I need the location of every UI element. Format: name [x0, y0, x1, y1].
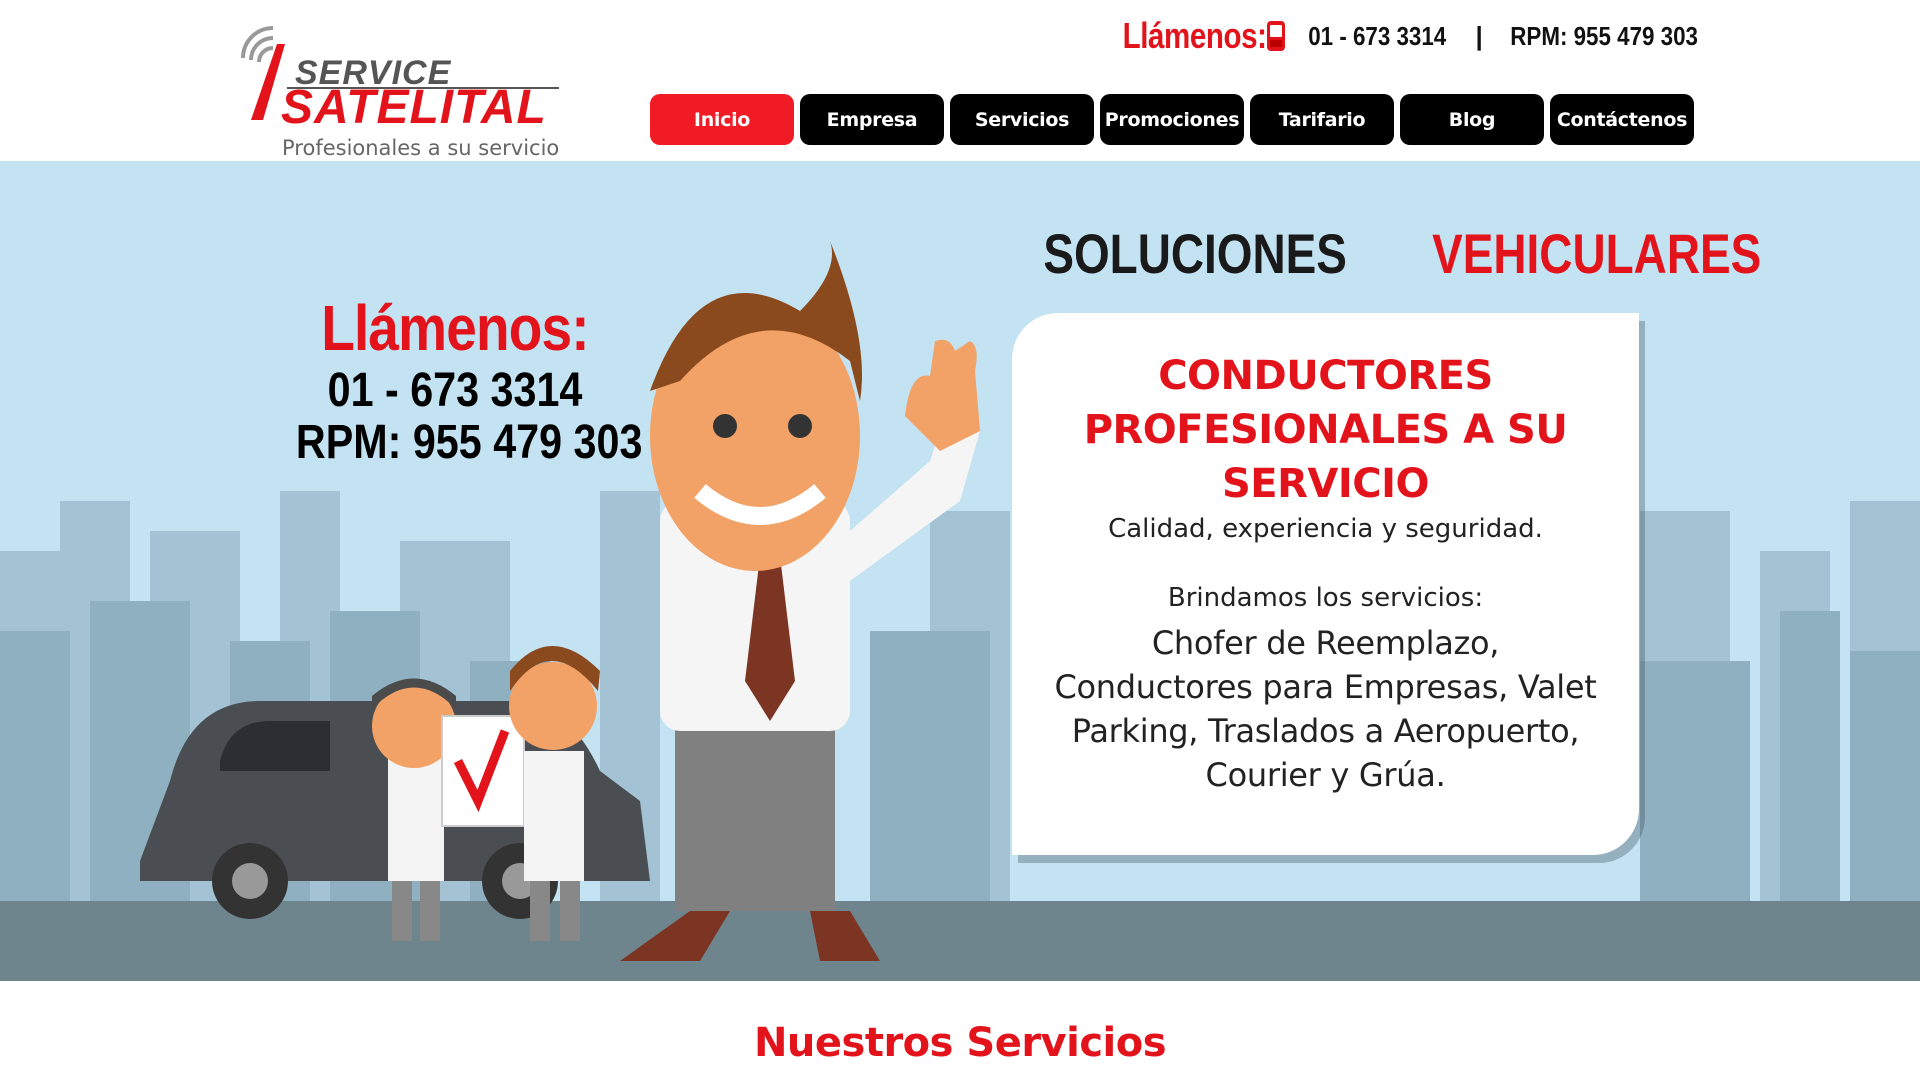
- nav-item-blog[interactable]: Blog: [1400, 94, 1544, 145]
- top-call-label: Llámenos:: [1123, 15, 1267, 56]
- logo-wordmark-satelital: SATELITAL: [281, 81, 547, 134]
- hero-heading-dark: SOLUCIONES: [1043, 222, 1347, 285]
- top-rpm-number[interactable]: RPM: 955 479 303: [1510, 21, 1698, 52]
- hero-call-title: Llámenos:: [321, 292, 589, 364]
- card-services: Chofer de Reemplazo, Conductores para Em…: [1054, 624, 1597, 794]
- nav-item-promociones[interactable]: Promociones: [1100, 94, 1244, 145]
- hero-info-card: CONDUCTORES PROFESIONALES A SU SERVICIO …: [1012, 313, 1639, 855]
- hero-heading-red: VEHICULARES: [1431, 222, 1762, 285]
- logo[interactable]: SERVICE SATELITAL Profesionales a su ser…: [235, 14, 575, 160]
- main-nav: Inicio Empresa Servicios Promociones Tar…: [650, 94, 1694, 145]
- nav-item-servicios[interactable]: Servicios: [950, 94, 1094, 145]
- nav-item-contactenos[interactable]: Contáctenos: [1550, 94, 1694, 145]
- top-phone-number[interactable]: 01 - 673 3314: [1308, 21, 1446, 52]
- card-subtitle: Calidad, experiencia y seguridad.: [1108, 514, 1543, 544]
- hero-heading: SOLUCIONES VEHICULARES: [1010, 221, 1761, 286]
- section-title: Nuestros Servicios: [753, 1020, 1167, 1066]
- hero-call-phone[interactable]: 01 - 673 3314: [296, 365, 614, 417]
- nav-item-tarifario[interactable]: Tarifario: [1250, 94, 1394, 145]
- hero-call-box: Llámenos: 01 - 673 3314 RPM: 955 479 303: [270, 291, 643, 469]
- top-separator: |: [1475, 20, 1483, 51]
- card-title: CONDUCTORES PROFESIONALES A SU SERVICIO: [1083, 353, 1568, 507]
- hero-banner: Llámenos: 01 - 673 3314 RPM: 955 479 303…: [0, 161, 1920, 981]
- card-lead: Brindamos los servicios:: [1167, 583, 1484, 613]
- site-header: SERVICE SATELITAL Profesionales a su ser…: [0, 0, 1920, 161]
- ground: [0, 901, 1920, 981]
- phone-icon: [1267, 21, 1285, 51]
- logo-tagline: Profesionales a su servicio: [282, 136, 560, 160]
- nav-item-empresa[interactable]: Empresa: [800, 94, 944, 145]
- hero-call-rpm[interactable]: RPM: 955 479 303: [296, 417, 643, 469]
- nav-item-inicio[interactable]: Inicio: [650, 94, 794, 145]
- top-contact-bar: Llámenos: 01 - 673 3314 | RPM: 955 479 3…: [1091, 14, 1713, 58]
